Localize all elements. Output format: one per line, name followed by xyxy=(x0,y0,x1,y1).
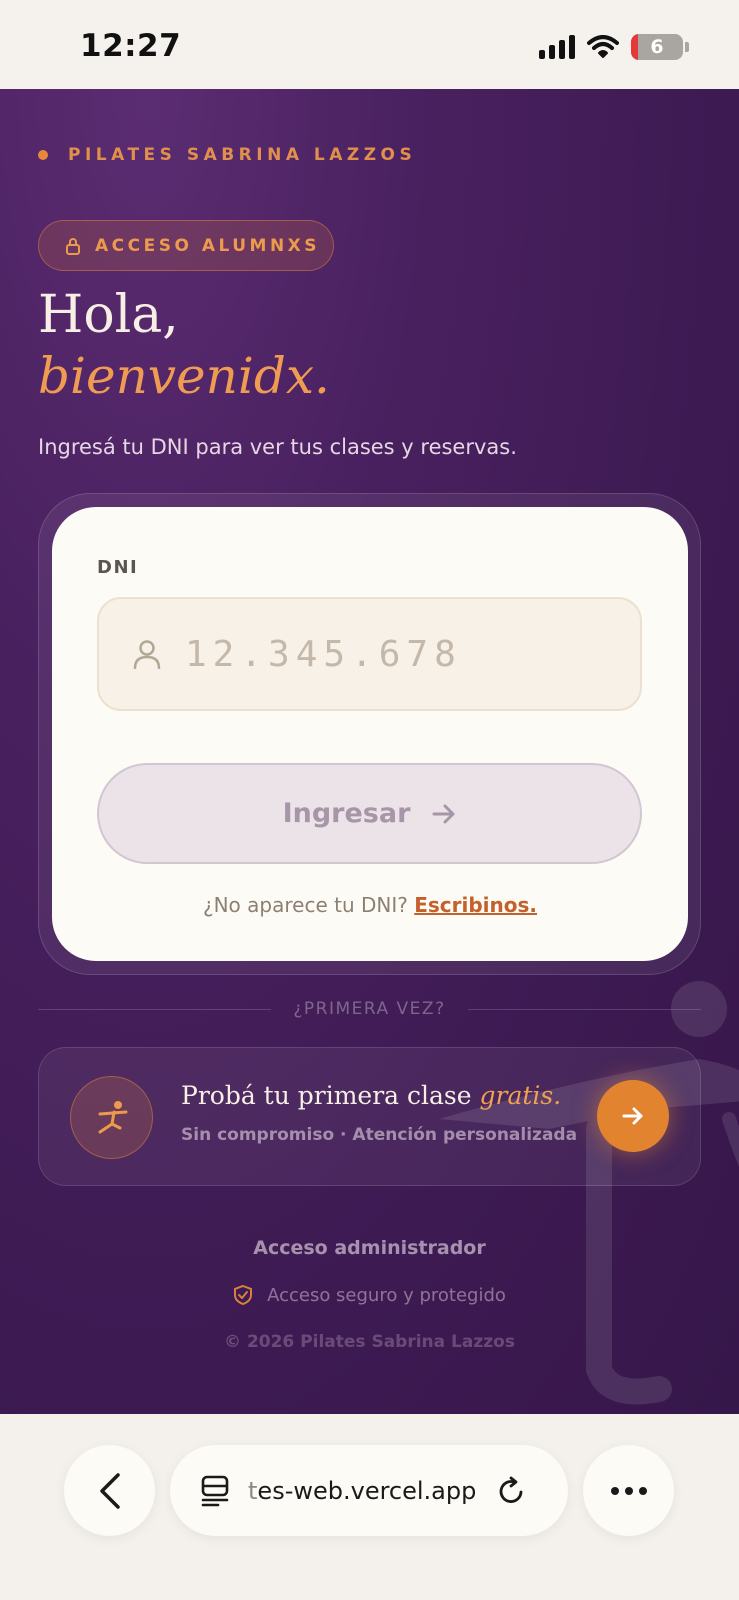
first-time-divider: ¿PRIMERA VEZ? xyxy=(38,999,701,1019)
dni-help-text: ¿No aparece tu DNI? xyxy=(202,893,408,917)
copyright: © 2026 Pilates Sabrina Lazzos xyxy=(224,1332,515,1352)
back-button[interactable] xyxy=(64,1445,155,1536)
shield-check-icon xyxy=(234,1284,253,1306)
contact-link[interactable]: Escribinos. xyxy=(414,893,537,917)
login-button-label: Ingresar xyxy=(282,798,411,829)
secure-access-note: Acceso seguro y protegido xyxy=(0,1284,739,1306)
brand-dot xyxy=(38,150,48,160)
greeting-subtitle: Ingresá tu DNI para ver tus clases y res… xyxy=(38,435,517,459)
login-card: DNI Ingresar ¿No aparece tu DNI? Escribi… xyxy=(52,507,688,961)
pilates-dancer-icon xyxy=(70,1076,153,1159)
wifi-icon xyxy=(587,35,619,58)
reload-icon[interactable] xyxy=(496,1475,526,1507)
brand-name: PILATES SABRINA LAZZOS xyxy=(68,145,417,165)
free-trial-subtitle: Sin compromiso · Atención personalizada xyxy=(181,1125,578,1145)
secure-access-text: Acceso seguro y protegido xyxy=(267,1284,506,1306)
student-access-badge: ACCESO ALUMNXS xyxy=(38,220,334,271)
reader-icon[interactable] xyxy=(200,1475,230,1507)
dni-field[interactable] xyxy=(97,597,642,711)
status-icons: 6 xyxy=(539,34,689,60)
dni-help: ¿No aparece tu DNI? Escribinos. xyxy=(52,893,688,917)
arrow-right-icon xyxy=(432,804,455,823)
address-bar[interactable]: tes-web.vercel.app xyxy=(170,1445,568,1536)
greeting-accent: bienvenidx. xyxy=(38,347,330,405)
lock-icon xyxy=(65,237,81,255)
free-trial-title: Probá tu primera clase gratis. xyxy=(181,1081,562,1110)
battery-icon: 6 xyxy=(631,34,689,60)
login-button[interactable]: Ingresar xyxy=(97,763,642,864)
free-trial-card[interactable]: Probá tu primera clase gratis. Sin compr… xyxy=(38,1047,701,1186)
signal-icon xyxy=(539,35,575,59)
user-icon xyxy=(133,640,161,669)
dni-label: DNI xyxy=(97,557,139,578)
ellipsis-icon xyxy=(610,1486,647,1495)
status-time: 12:27 xyxy=(80,28,182,64)
more-options-button[interactable] xyxy=(583,1445,674,1536)
first-time-label: ¿PRIMERA VEZ? xyxy=(293,999,446,1019)
arrow-right-icon xyxy=(622,1107,643,1125)
brand: PILATES SABRINA LAZZOS xyxy=(38,145,416,165)
free-trial-button[interactable] xyxy=(597,1080,669,1152)
battery-level: 6 xyxy=(650,36,664,58)
student-access-label: ACCESO ALUMNXS xyxy=(95,235,321,256)
status-bar: 12:27 6 xyxy=(0,0,739,89)
greeting-title: Hola, xyxy=(38,285,179,345)
browser-toolbar: tes-web.vercel.app xyxy=(0,1414,739,1600)
app-main: PILATES SABRINA LAZZOS ACCESO ALUMNXS Ho… xyxy=(0,89,739,1414)
url-text: tes-web.vercel.app xyxy=(248,1476,477,1505)
chevron-left-icon xyxy=(99,1472,120,1509)
dni-input[interactable] xyxy=(185,633,605,675)
admin-access-link[interactable]: Acceso administrador xyxy=(0,1237,739,1259)
